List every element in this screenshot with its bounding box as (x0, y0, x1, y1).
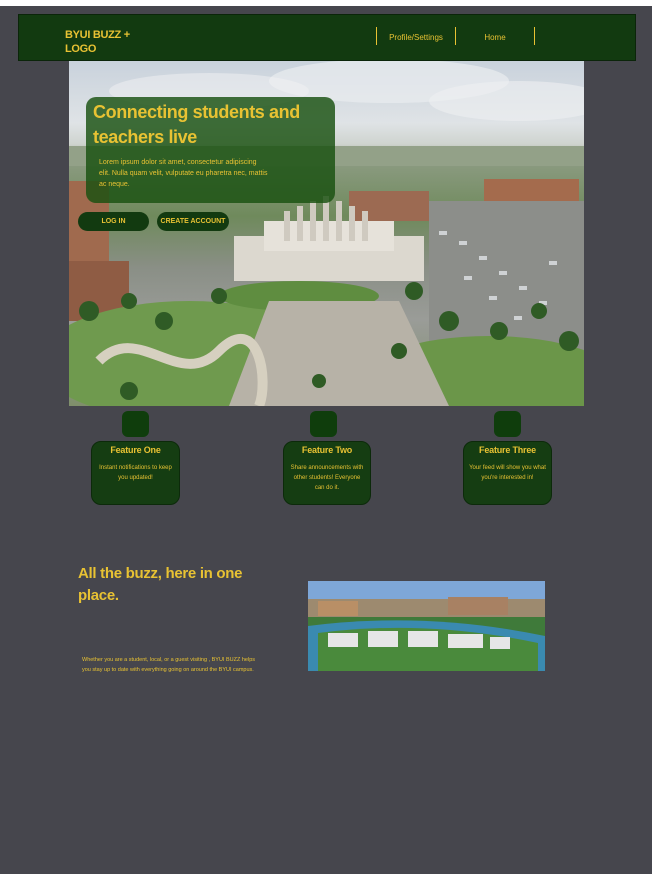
buzz-description: Whether you are a student, local, or a g… (82, 657, 256, 673)
feature-one-tab (122, 411, 149, 437)
nav-divider (534, 27, 535, 45)
feature-three-tab (494, 411, 521, 437)
feature-two-tab (310, 411, 337, 437)
stadium-illustration (308, 581, 545, 671)
login-button[interactable]: LOG IN (78, 212, 149, 231)
feature-card-one: Feature One Instant notifications to kee… (91, 441, 180, 505)
feature-three-description: Your feed will show you what you're inte… (469, 465, 546, 481)
feature-card-two: Feature Two Share announcements with oth… (283, 441, 371, 505)
hero-description: Lorem ipsum dolor sit amet, consectetur … (99, 159, 268, 188)
feature-card-three: Feature Three Your feed will show you wh… (463, 441, 552, 505)
create-account-button[interactable]: CREATE ACCOUNT (157, 212, 229, 231)
feature-two-description: Share announcements with other students!… (290, 465, 364, 491)
nav-link-home[interactable]: Home (456, 29, 534, 47)
feature-one-title: Feature One (110, 445, 161, 455)
stadium-crowd-image (308, 581, 545, 671)
nav-link-profile-settings[interactable]: Profile/Settings (377, 29, 455, 47)
feature-two-title: Feature Two (301, 445, 353, 455)
navbar: BYUI BUZZ + LOGO Profile/Settings Home (18, 14, 636, 61)
feature-one-description: Instant notifications to keep you update… (99, 465, 172, 481)
feature-three-title: Feature Three (479, 445, 536, 455)
buzz-heading: All the buzz, here in one place. (78, 565, 243, 604)
site-logo[interactable]: BYUI BUZZ + LOGO (65, 28, 155, 56)
hero-title: Connecting students and teachers live (93, 102, 300, 147)
